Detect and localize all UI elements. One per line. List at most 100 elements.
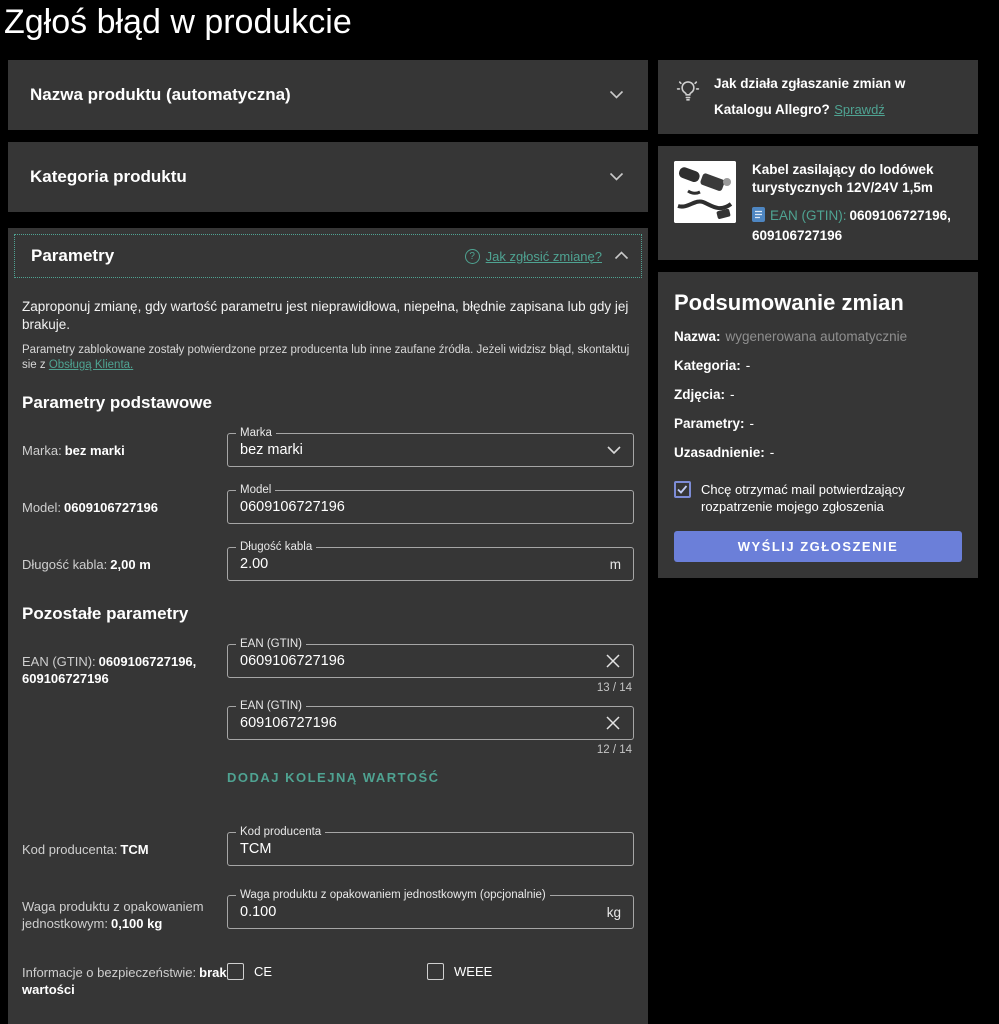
check-link[interactable]: Sprawdź [834, 102, 885, 117]
checkbox-checked-icon[interactable] [674, 481, 691, 498]
cable-length-field[interactable]: Długość kabla m [227, 547, 634, 581]
product-image [674, 161, 736, 223]
email-confirmation-label: Chcę otrzymać mail potwierdzający rozpat… [701, 481, 962, 515]
weight-field-label: Waga produktu z opakowaniem jednostkowym… [236, 888, 550, 903]
summary-title: Podsumowanie zmian [674, 290, 962, 316]
basic-parameters-heading: Parametry podstawowe [22, 393, 634, 413]
summary-name-value: wygenerowana automatycznie [726, 329, 908, 344]
checkbox-unchecked-icon[interactable] [427, 963, 444, 980]
weight-current-value: 0,100 kg [111, 916, 162, 931]
brand-select-value[interactable] [240, 442, 597, 458]
cable-length-current: Długość kabla:2,00 m [22, 547, 227, 581]
summary-photos-value: - [730, 387, 735, 402]
cable-length-current-label: Długość kabla: [22, 557, 107, 572]
question-circle-icon: ? [465, 249, 480, 264]
section-product-name-title: Nazwa produktu (automatyczna) [30, 85, 291, 105]
checkbox-unchecked-icon[interactable] [227, 963, 244, 980]
ean-input-1[interactable] [240, 653, 595, 669]
section-category[interactable]: Kategoria produktu [8, 142, 648, 212]
manufacturer-code-current-label: Kod producenta: [22, 842, 117, 857]
summary-card: Podsumowanie zmian Nazwa: wygenerowana au… [658, 272, 978, 578]
ean-counter-1: 13 / 14 [227, 682, 632, 694]
form-column: Nazwa produktu (automatyczna) Kategoria … [8, 60, 648, 1024]
weight-row: Waga produktu z opakowaniem jednostkowym… [22, 889, 634, 932]
weight-current: Waga produktu z opakowaniem jednostkowym… [22, 889, 227, 932]
brand-field-label: Marka [236, 426, 276, 441]
summary-justification-value: - [770, 445, 775, 460]
parameters-intro-text: Zaproponuj zmianę, gdy wartość parametru… [22, 298, 634, 334]
product-ean: EAN (GTIN):0609106727196, 609106727196 [752, 207, 962, 245]
parameters-title: Parametry [31, 246, 114, 266]
model-field[interactable]: Model [227, 490, 634, 524]
summary-parameters-label: Parametry: [674, 416, 745, 431]
cable-length-field-label: Długość kabla [236, 540, 316, 555]
parameters-header[interactable]: Parametry ? Jak zgłosić zmianę? [14, 234, 642, 278]
help-card: Jak działa zgłaszanie zmian w Katalogu A… [658, 60, 978, 134]
ean-row: EAN (GTIN):0609106727196, 609106727196 E… [22, 644, 634, 809]
summary-photos-label: Zdjęcia: [674, 387, 725, 402]
manufacturer-code-field[interactable]: Kod producenta [227, 832, 634, 866]
weight-field[interactable]: Waga produktu z opakowaniem jednostkowym… [227, 895, 634, 929]
customer-service-link[interactable]: Obsługą Klienta. [49, 359, 133, 371]
brand-select[interactable]: Marka [227, 433, 634, 467]
brand-row: Marka:bez marki Marka [22, 433, 634, 467]
chevron-up-icon[interactable] [614, 247, 629, 265]
chevron-down-icon[interactable] [609, 86, 624, 104]
locked-parameters-note: Parametry zablokowane zostały potwierdzo… [22, 343, 634, 373]
model-current-label: Model: [22, 500, 61, 515]
section-product-name[interactable]: Nazwa produktu (automatyczna) [8, 60, 648, 130]
cable-length-current-value: 2,00 m [110, 557, 150, 572]
model-field-label: Model [236, 483, 275, 498]
safety-info-current-label: Informacje o bezpieczeństwie: [22, 965, 196, 980]
manufacturer-code-current-value: TCM [120, 842, 148, 857]
chevron-down-icon[interactable] [607, 446, 621, 454]
weight-input[interactable] [240, 904, 599, 920]
section-parameters: Parametry ? Jak zgłosić zmianę? Zapropon… [8, 228, 648, 1024]
ean-current: EAN (GTIN):0609106727196, 609106727196 [22, 644, 227, 809]
report-product-error-page: Zgłoś błąd w produkcie Nazwa produktu (a… [0, 0, 999, 1024]
chevron-down-icon[interactable] [609, 168, 624, 186]
brand-current-value: bez marki [65, 443, 125, 458]
weight-unit: kg [607, 905, 621, 920]
summary-row-justification: Uzasadnienie:- [674, 444, 962, 461]
ean-field-2[interactable]: EAN (GTIN) [227, 706, 634, 740]
weee-checkbox-label: WEEE [454, 964, 492, 979]
ean-input-2[interactable] [240, 715, 595, 731]
model-input[interactable] [240, 499, 621, 515]
safety-info-row: Informacje o bezpieczeństwie:brak wartoś… [22, 955, 634, 998]
summary-name-label: Nazwa: [674, 329, 721, 344]
product-title: Kabel zasilający do lodówek turystycznyc… [752, 162, 934, 195]
summary-row-parameters: Parametry:- [674, 415, 962, 432]
summary-row-photos: Zdjęcia:- [674, 386, 962, 403]
manufacturer-code-current: Kod producenta:TCM [22, 832, 227, 866]
add-another-value-button[interactable]: DODAJ KOLEJNĄ WARTOŚĆ [227, 770, 440, 785]
manufacturer-code-row: Kod producenta:TCM Kod producenta [22, 832, 634, 866]
safety-info-current: Informacje o bezpieczeństwie:brak wartoś… [22, 955, 227, 998]
summary-row-name: Nazwa: wygenerowana automatycznie [674, 328, 962, 345]
clear-icon[interactable] [605, 715, 621, 731]
ean-current-label: EAN (GTIN): [22, 654, 96, 669]
model-row: Model:0609106727196 Model [22, 490, 634, 524]
cable-length-unit: m [610, 557, 621, 572]
cable-length-input[interactable] [240, 556, 602, 572]
section-category-title: Kategoria produktu [30, 167, 187, 187]
summary-justification-label: Uzasadnienie: [674, 445, 765, 460]
ean-field-1[interactable]: EAN (GTIN) [227, 644, 634, 678]
weee-checkbox[interactable]: WEEE [427, 963, 627, 980]
ean-field-1-label: EAN (GTIN) [236, 637, 306, 652]
product-card: Kabel zasilający do lodówek turystycznyc… [658, 146, 978, 260]
sidebar: Jak działa zgłaszanie zmian w Katalogu A… [658, 60, 978, 590]
how-to-report-change-link[interactable]: Jak zgłosić zmianę? [486, 249, 602, 264]
ce-checkbox[interactable]: CE [227, 963, 427, 980]
submit-report-button[interactable]: WYŚLIJ ZGŁOSZENIE [674, 531, 962, 562]
page-title: Zgłoś błąd w produkcie [4, 0, 999, 44]
email-confirmation-checkbox[interactable]: Chcę otrzymać mail potwierdzający rozpat… [674, 481, 962, 515]
brand-current-label: Marka: [22, 443, 62, 458]
manufacturer-code-input[interactable] [240, 841, 621, 857]
brand-current: Marka:bez marki [22, 433, 227, 467]
document-icon [752, 207, 765, 227]
summary-category-label: Kategoria: [674, 358, 741, 373]
other-parameters-heading: Pozostałe parametry [22, 604, 634, 624]
clear-icon[interactable] [605, 653, 621, 669]
model-current: Model:0609106727196 [22, 490, 227, 524]
